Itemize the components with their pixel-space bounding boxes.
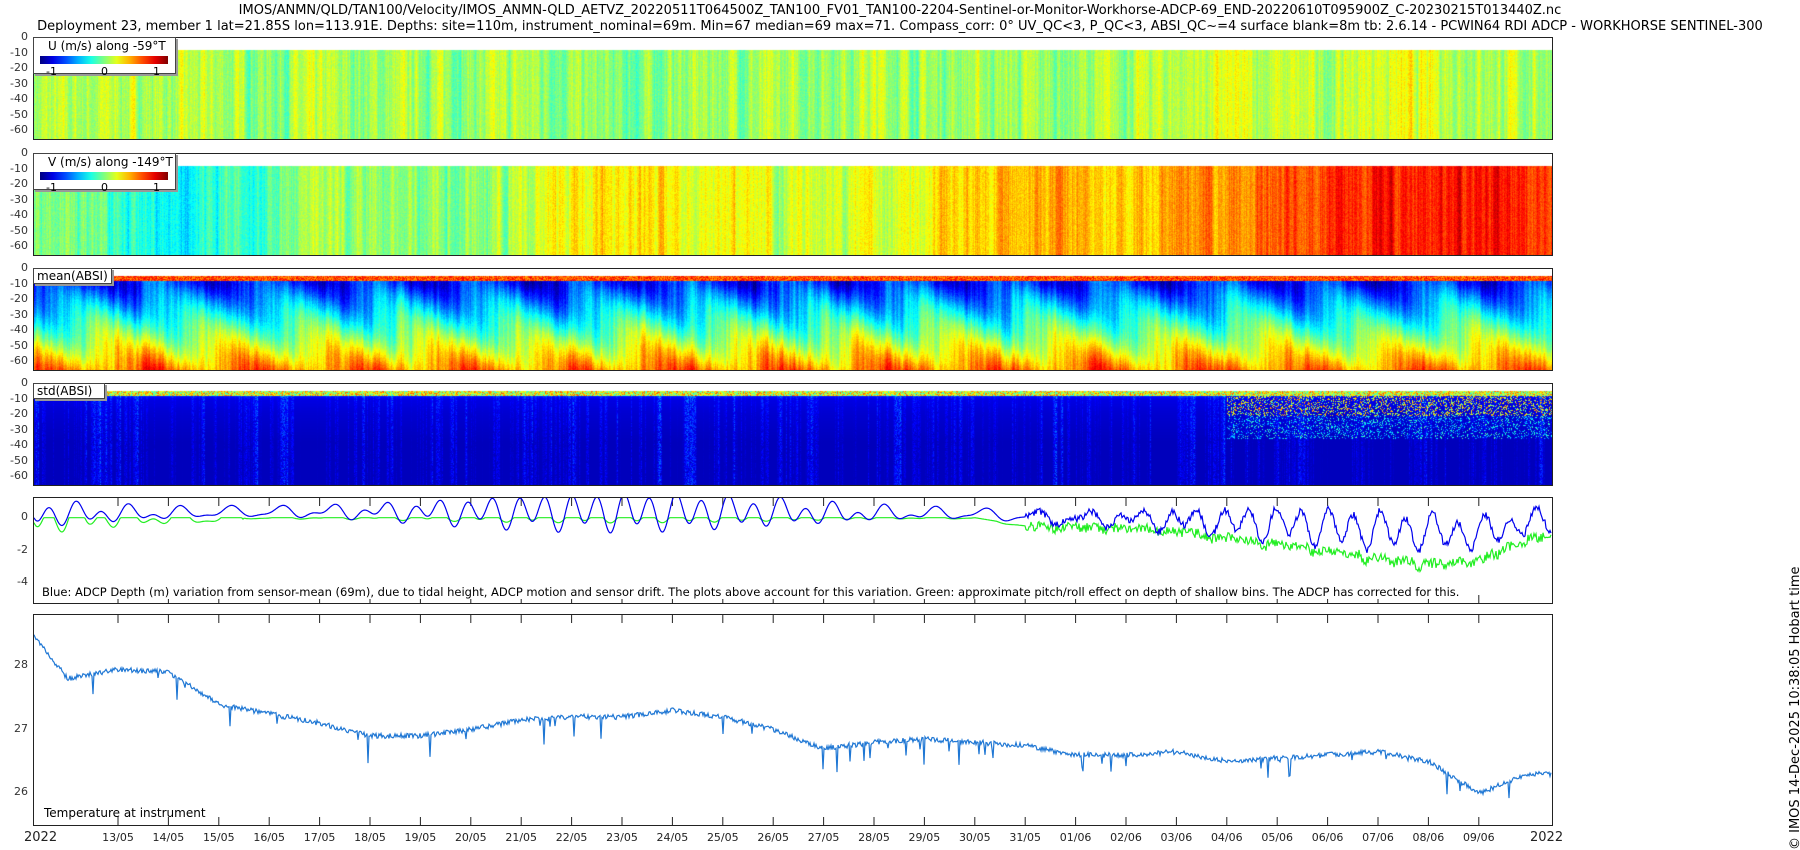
x-tick-label: 18/05 (354, 831, 386, 844)
y-tick-label: -40 (10, 438, 28, 452)
y-tick-label: -40 (10, 208, 28, 222)
x-tick-label: 23/05 (606, 831, 638, 844)
mean-absi-canvas (34, 269, 1552, 370)
y-tick-label: -40 (10, 323, 28, 337)
x-tick-label: 08/06 (1412, 831, 1445, 844)
u-heatmap-canvas (34, 38, 1552, 139)
u-velocity-heatmap (33, 37, 1553, 140)
y-tick-label: -20 (10, 292, 28, 306)
v-colorbar-title: V (m/s) along -149°T (48, 155, 173, 169)
v-velocity-heatmap (33, 153, 1553, 256)
y-tick-label: 0 (21, 376, 28, 389)
x-tick-label: 27/05 (807, 831, 840, 844)
y-tick-label: 28 (14, 657, 28, 671)
v-heatmap-canvas (34, 154, 1552, 255)
title-line-2: Deployment 23, member 1 lat=21.85S lon=1… (37, 19, 1763, 34)
x-tick-label: 13/05 (102, 831, 134, 844)
y-tick-label: 26 (14, 785, 28, 799)
v-colorbar-legend: V (m/s) along -149°T -1 0 1 (33, 153, 176, 194)
std-absi-label: std(ABSI) (33, 383, 105, 399)
u-colorbar-title: U (m/s) along -59°T (48, 39, 166, 53)
x-tick-label: 17/05 (303, 831, 336, 844)
mean-absi-label: mean(ABSI) (33, 268, 112, 284)
y-tick-label: -20 (10, 177, 28, 191)
y-tick-label: -20 (10, 61, 28, 75)
x-tick-label: 31/05 (1009, 831, 1042, 844)
x-tick-label: 25/05 (706, 831, 739, 844)
x-tick-label: 06/06 (1311, 831, 1344, 844)
temperature-svg (33, 615, 1552, 825)
x-tick-label: 07/06 (1362, 831, 1394, 844)
y-tick-label: -10 (10, 45, 28, 59)
v-colorbar (40, 172, 168, 180)
x-tick-label: 02/06 (1110, 831, 1142, 844)
y-tick-label: -30 (10, 76, 28, 90)
y-tick-label: -40 (10, 92, 28, 106)
y-tick-label: 0 (21, 146, 28, 159)
y-tick-label: -30 (10, 192, 28, 206)
u-cb-tick: -1 (46, 65, 57, 78)
x-tick-label: 16/05 (253, 831, 286, 844)
std-absi-heatmap (33, 383, 1553, 486)
x-tick-label: 01/06 (1059, 831, 1092, 844)
u-cb-tick: 0 (101, 65, 108, 78)
y-tick-label: -50 (10, 223, 28, 237)
copyright-timestamp: © IMOS 14-Dec-2025 10:38:05 Hobart time (1788, 566, 1800, 850)
x-tick-label: 05/06 (1261, 831, 1294, 844)
std-absi-canvas (34, 384, 1552, 485)
temperature-line (33, 634, 1552, 799)
y-tick-label: 0 (21, 509, 28, 523)
y-tick-label: -60 (10, 123, 28, 137)
x-tick-label: 28/05 (858, 831, 890, 844)
x-tick-label: 04/06 (1210, 831, 1243, 844)
v-cb-tick: 0 (101, 181, 108, 194)
x-tick-label: 09/06 (1462, 831, 1495, 844)
x-tick-label: 29/05 (908, 831, 941, 844)
title-line-1: IMOS/ANMN/QLD/TAN100/Velocity/IMOS_ANMN-… (238, 3, 1562, 18)
u-colorbar-legend: U (m/s) along -59°T -1 0 1 (33, 37, 176, 78)
year-label-right: 2022 (1530, 830, 1564, 845)
y-tick-label: -20 (10, 407, 28, 421)
depth-plot-caption: Blue: ADCP Depth (m) variation from sens… (42, 585, 1460, 599)
y-tick-label: -50 (10, 107, 28, 121)
x-tick-label: 30/05 (958, 831, 991, 844)
x-tick-label: 22/05 (555, 831, 588, 844)
x-tick-label: 20/05 (454, 831, 487, 844)
y-tick-label: -50 (10, 338, 28, 352)
mean-absi-heatmap (33, 268, 1553, 371)
pitch-roll-line (33, 517, 1552, 574)
x-tick-label: 19/05 (404, 831, 437, 844)
y-tick-label: -30 (10, 307, 28, 321)
v-cb-tick: -1 (46, 181, 57, 194)
temperature-plot (33, 614, 1553, 826)
x-tick-label: 03/06 (1160, 831, 1193, 844)
y-tick-label: -10 (10, 391, 28, 405)
y-tick-label: -2 (17, 542, 28, 556)
y-tick-label: -10 (10, 161, 28, 175)
y-tick-label: 27 (14, 721, 28, 735)
temperature-caption: Temperature at instrument (44, 806, 206, 820)
year-label-left: 2022 (24, 830, 58, 845)
v-cb-tick: 1 (153, 181, 160, 194)
u-colorbar (40, 56, 168, 64)
y-tick-label: -4 (17, 575, 28, 589)
u-cb-tick: 1 (153, 65, 160, 78)
x-tick-label: 24/05 (656, 831, 689, 844)
x-tick-label: 15/05 (202, 831, 235, 844)
y-tick-label: -30 (10, 422, 28, 436)
y-tick-label: 0 (21, 261, 28, 274)
x-tick-label: 14/05 (152, 831, 185, 844)
y-tick-label: -60 (10, 239, 28, 253)
y-tick-label: 0 (21, 30, 28, 43)
y-tick-label: -60 (10, 469, 28, 483)
x-tick-label: 26/05 (757, 831, 790, 844)
y-tick-label: -10 (10, 276, 28, 290)
x-tick-label: 21/05 (505, 831, 538, 844)
y-tick-label: -60 (10, 354, 28, 368)
y-tick-label: -50 (10, 453, 28, 467)
adcp-depth-line (33, 492, 1552, 554)
